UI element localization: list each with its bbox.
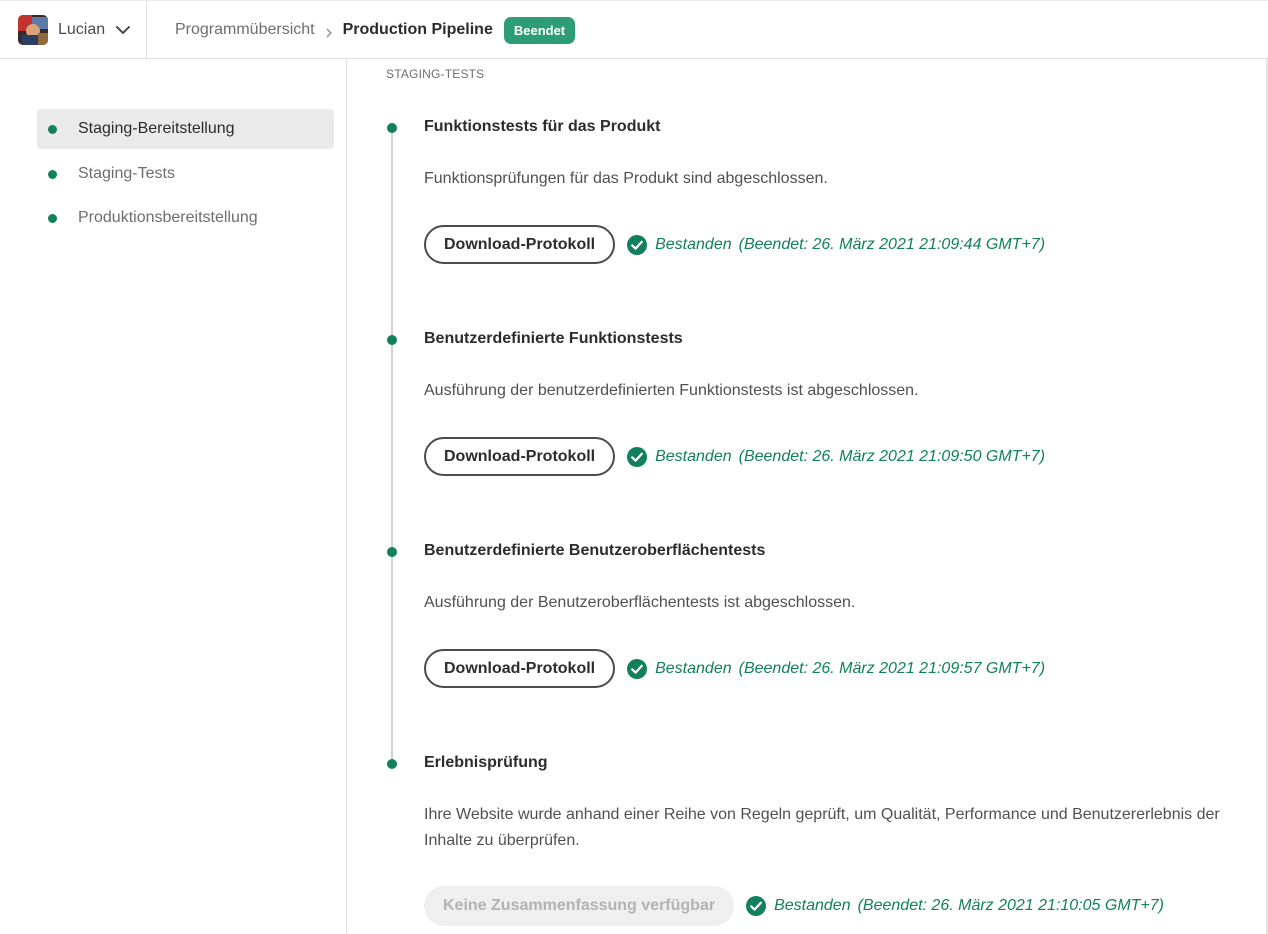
chevron-right-icon: [324, 25, 334, 38]
step-description: Funktionsprüfungen für das Produkt sind …: [424, 170, 828, 187]
checkmark-circle-icon: [627, 658, 648, 679]
step-result: Bestanden (Beendet: 26. März 2021 21:09:…: [627, 658, 1046, 679]
user-menu[interactable]: Lucian: [0, 1, 147, 59]
breadcrumb-current-pipeline: Production Pipeline: [342, 21, 493, 38]
result-timestamp: (Beendet: 26. März 2021 21:10:05 GMT+7): [857, 897, 1164, 914]
result-timestamp: (Beendet: 26. März 2021 21:09:50 GMT+7): [738, 447, 1046, 465]
download-log-button[interactable]: Download-Protokoll: [424, 225, 616, 264]
checkmark-circle-icon: [627, 234, 648, 255]
step-title: Erlebnisprüfung: [424, 754, 548, 771]
download-log-button[interactable]: Download-Protokoll: [424, 649, 616, 688]
section-title: STAGING-TESTS: [386, 67, 485, 81]
step-actions: Download-Protokoll Bestanden (Beendet: 2…: [424, 649, 1045, 688]
step-title: Benutzerdefinierte Funktionstests: [424, 330, 683, 347]
status-dot-icon: [48, 124, 57, 134]
sidebar-item-production-deployment[interactable]: Produktionsbereitstellung: [37, 198, 334, 238]
breadcrumb-program-overview[interactable]: Programmübersicht: [175, 21, 315, 39]
no-summary-button: Keine Zusammenfassung verfügbar: [424, 886, 735, 926]
result-status: Bestanden: [655, 235, 732, 253]
step-actions: Download-Protokoll Bestanden (Beendet: 2…: [424, 225, 1045, 264]
step-dot-icon: [387, 123, 397, 133]
download-log-button[interactable]: Download-Protokoll: [424, 437, 616, 476]
result-status: Bestanden: [655, 659, 732, 677]
checkmark-circle-icon: [627, 446, 648, 467]
pipeline-sidebar: Staging-Bereitstellung Staging-Tests Pro…: [0, 59, 347, 934]
sidebar-item-staging-tests[interactable]: Staging-Tests: [37, 154, 334, 194]
sidebar-item-label: Staging-Bereitstellung: [78, 120, 235, 137]
main-content[interactable]: STAGING-TESTS Funktionstests für das Pro…: [348, 59, 1268, 934]
step-description: Ausführung der benutzerdefinierten Funkt…: [424, 382, 919, 399]
result-timestamp: (Beendet: 26. März 2021 21:09:44 GMT+7): [738, 235, 1046, 253]
step-actions: Keine Zusammenfassung verfügbar Bestande…: [424, 886, 1164, 926]
step-title: Benutzerdefinierte Benutzeroberflächente…: [424, 542, 766, 559]
step-dot-icon: [387, 547, 397, 557]
status-badge: Beendet: [503, 16, 576, 44]
step-dot-icon: [387, 759, 397, 769]
user-name: Lucian: [58, 21, 106, 38]
step-description: Ausführung der Benutzeroberflächentests …: [424, 594, 856, 611]
sidebar-item-label: Staging-Tests: [78, 165, 175, 182]
status-dot-icon: [48, 169, 57, 179]
step-title: Funktionstests für das Produkt: [424, 118, 661, 135]
step-result: Bestanden (Beendet: 26. März 2021 21:09:…: [627, 446, 1046, 467]
step-actions: Download-Protokoll Bestanden (Beendet: 2…: [424, 437, 1045, 476]
step-result: Bestanden (Beendet: 26. März 2021 21:09:…: [627, 234, 1046, 255]
sidebar-item-staging-deployment[interactable]: Staging-Bereitstellung: [37, 109, 334, 149]
step-dot-icon: [387, 335, 397, 345]
result-status: Bestanden: [655, 447, 732, 465]
timeline-line: [391, 127, 393, 761]
chevron-down-icon[interactable]: [115, 22, 131, 38]
checkmark-circle-icon: [746, 896, 767, 916]
sidebar-item-label: Produktionsbereitstellung: [78, 209, 258, 226]
avatar: [18, 15, 48, 45]
result-timestamp: (Beendet: 26. März 2021 21:09:57 GMT+7): [738, 659, 1046, 677]
top-header: Lucian Programmübersicht Production Pipe…: [0, 0, 1268, 59]
result-status: Bestanden: [774, 897, 851, 914]
breadcrumb: Programmübersicht Production Pipeline Be…: [175, 1, 576, 59]
status-dot-icon: [48, 213, 57, 223]
step-result: Bestanden (Beendet: 26. März 2021 21:10:…: [746, 896, 1164, 916]
step-description: Ihre Website wurde anhand einer Reihe vo…: [424, 806, 1220, 849]
